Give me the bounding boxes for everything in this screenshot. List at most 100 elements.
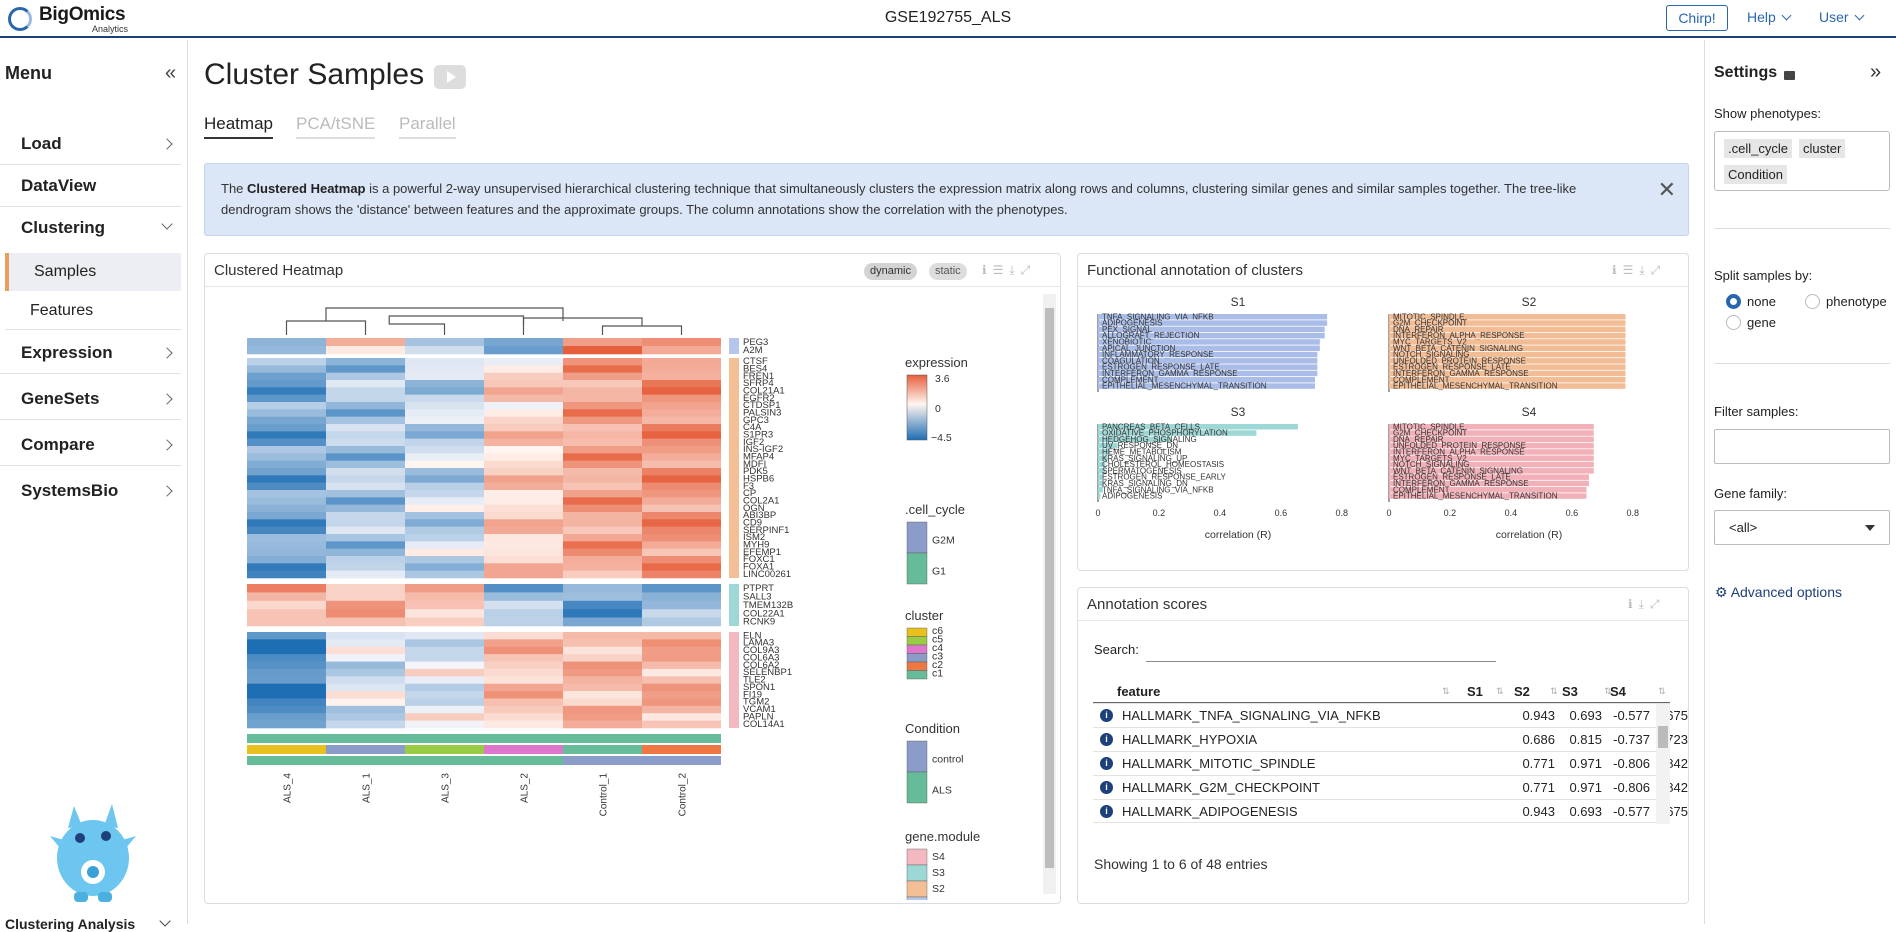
phenotype-chip[interactable]: Condition xyxy=(1724,165,1787,184)
table-row[interactable]: i HALLMARK_ADIPOGENESIS 0.943 0.693 -0.577 0.… xyxy=(1093,799,1688,823)
phenotype-chip[interactable]: .cell_cycle xyxy=(1724,139,1792,158)
s2-cell: 0.693 xyxy=(1569,708,1602,723)
heatmap-cell xyxy=(405,548,484,557)
phenotype-chip[interactable]: cluster xyxy=(1799,139,1846,158)
help-menu[interactable]: Help xyxy=(1747,9,1792,25)
heatmap-cell xyxy=(405,416,484,425)
radio-selected-icon[interactable] xyxy=(1726,294,1741,309)
search-input[interactable] xyxy=(1146,634,1496,662)
table-row[interactable]: i HALLMARK_HYPOXIA 0.686 0.815 -0.737 0.723 xyxy=(1093,727,1688,751)
info-icon[interactable]: ℹ xyxy=(982,263,993,277)
gene-family-select[interactable]: <all> xyxy=(1714,510,1890,545)
phenotype-multiselect[interactable]: .cell_cycle cluster Condition xyxy=(1714,131,1890,191)
heatmap-cell xyxy=(563,512,642,520)
sidebar-item-compare[interactable]: Compare xyxy=(0,424,181,466)
close-icon[interactable]: ✕ xyxy=(1658,179,1676,201)
scrollbar-thumb[interactable] xyxy=(1045,308,1054,868)
legend-label: S3 xyxy=(932,867,945,879)
left-sidebar: Menu « Load DataView Clustering Samples … xyxy=(0,40,188,932)
scrollbar[interactable] xyxy=(1043,294,1056,894)
menu-icon[interactable]: ☰ xyxy=(993,263,1010,277)
heatmap-cell xyxy=(642,468,721,476)
info-icon[interactable]: i xyxy=(1100,733,1113,746)
heatmap-cell xyxy=(326,394,405,403)
sidebar-item-genesets[interactable]: GeneSets xyxy=(0,378,181,420)
filter-samples-input[interactable] xyxy=(1714,429,1890,464)
static-toggle[interactable]: static xyxy=(929,263,967,280)
sample-label: ALS_3 xyxy=(441,773,452,803)
heatmap-cell xyxy=(563,519,642,527)
heatmap-cell xyxy=(563,338,642,347)
heatmap-cell xyxy=(247,380,326,388)
sidebar-item-dataview[interactable]: DataView xyxy=(0,165,181,207)
info-icon[interactable]: i xyxy=(1100,757,1113,770)
column-header-feature[interactable]: feature xyxy=(1117,684,1160,699)
radio-icon[interactable] xyxy=(1726,315,1741,330)
sidebar-item-label: Clustering xyxy=(21,218,106,237)
sidebar-item-expression[interactable]: Expression xyxy=(0,332,181,374)
heatmap-cell xyxy=(484,446,563,454)
collapse-sidebar-icon[interactable]: « xyxy=(165,62,176,85)
table-row[interactable]: i HALLMARK_TNFA_SIGNALING_VIA_NFKB 0.943 0.… xyxy=(1093,703,1688,727)
menu-icon[interactable]: ☰ xyxy=(1623,263,1640,277)
heatmap-cell xyxy=(326,497,405,505)
divider xyxy=(1714,228,1890,229)
heatmap-cell xyxy=(405,475,484,483)
table-info: Showing 1 to 6 of 48 entries xyxy=(1094,856,1268,872)
tab-pca-tsne[interactable]: PCA/tSNE xyxy=(296,114,376,139)
download-icon[interactable]: ⤓ xyxy=(1639,597,1650,611)
table-row[interactable]: i HALLMARK_MITOTIC_SPINDLE 0.771 0.971 -0.80… xyxy=(1093,751,1688,775)
user-menu[interactable]: User xyxy=(1819,9,1865,25)
expand-icon[interactable]: ⤢ xyxy=(1021,263,1037,277)
sort-icons[interactable]: ⇅ ⇅ ⇅ ⇅ ⇅ xyxy=(1442,686,1666,697)
dynamic-toggle[interactable]: dynamic xyxy=(864,263,917,280)
download-icon[interactable]: ⤓ xyxy=(1009,263,1020,277)
advanced-options-link[interactable]: ⚙ Advanced options xyxy=(1715,584,1842,601)
heatmap-cell xyxy=(405,600,484,610)
video-play-button[interactable] xyxy=(434,65,466,89)
heatmap-cell xyxy=(405,453,484,461)
collapse-settings-icon[interactable]: » xyxy=(1870,61,1881,84)
radio-icon[interactable] xyxy=(1805,294,1820,309)
sidebar-item-clustering[interactable]: Clustering xyxy=(0,207,181,249)
heatmap-cell xyxy=(405,668,484,677)
info-icon[interactable]: i xyxy=(1100,805,1113,818)
sidebar-item-label: Expression xyxy=(21,343,113,362)
tab-heatmap[interactable]: Heatmap xyxy=(204,114,273,139)
scrollbar-thumb[interactable] xyxy=(1658,726,1668,748)
heatmap-cell xyxy=(484,338,563,347)
analysis-selector[interactable]: Clustering Analysis xyxy=(5,916,135,932)
heatmap-cell xyxy=(326,541,405,549)
sidebar-item-systemsbio[interactable]: SystemsBio xyxy=(0,470,181,512)
heatmap-cell xyxy=(642,519,721,527)
split-radio-phenotype[interactable]: phenotype xyxy=(1805,294,1887,309)
tab-parallel[interactable]: Parallel xyxy=(399,114,456,139)
functional-card-title: Functional annotation of clusters xyxy=(1087,262,1303,279)
sidebar-subitem-features[interactable]: Features xyxy=(5,292,181,330)
table-row[interactable]: i HALLMARK_G2M_CHECKPOINT 0.771 0.971 -0.806… xyxy=(1093,775,1688,799)
chevron-down-icon[interactable] xyxy=(159,915,171,927)
chirp-button[interactable]: Chirp! xyxy=(1666,5,1728,31)
sidebar-item-load[interactable]: Load xyxy=(0,123,181,165)
heatmap-cell xyxy=(563,409,642,417)
split-radio-none[interactable]: none xyxy=(1726,294,1776,309)
info-icon[interactable]: ℹ xyxy=(1612,263,1623,277)
sidebar-subitem-samples[interactable]: Samples xyxy=(5,253,181,291)
split-radio-gene[interactable]: gene xyxy=(1726,315,1776,330)
info-icon[interactable]: ℹ xyxy=(1628,597,1639,611)
heatmap-cell xyxy=(247,548,326,557)
heatmap-cell xyxy=(642,534,721,542)
expand-icon[interactable]: ⤢ xyxy=(1650,597,1666,611)
heatmap-cell xyxy=(484,646,563,655)
lock-icon[interactable] xyxy=(1784,71,1795,80)
legend-label: S2 xyxy=(932,883,945,895)
expand-icon[interactable]: ⤢ xyxy=(1651,263,1667,277)
info-icon[interactable]: i xyxy=(1100,781,1113,794)
heatmap-cell xyxy=(642,676,721,684)
download-icon[interactable]: ⤓ xyxy=(1639,263,1650,277)
heatmap-cell xyxy=(563,431,642,439)
heatmap-cell xyxy=(642,402,721,410)
table-scrollbar[interactable] xyxy=(1656,704,1670,824)
info-icon[interactable]: i xyxy=(1100,709,1113,722)
heatmap-cell xyxy=(642,372,721,381)
